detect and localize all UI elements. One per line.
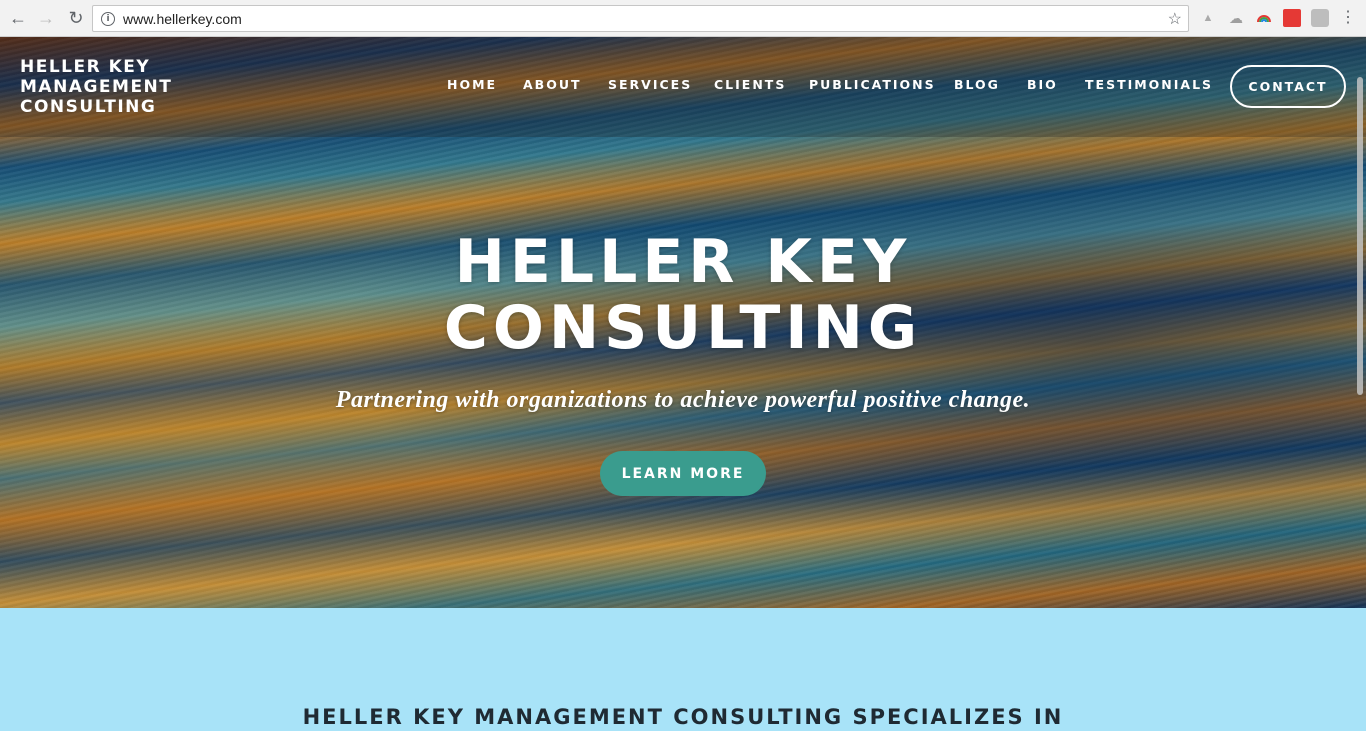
nav-blog[interactable]: BLOG	[954, 77, 1000, 92]
bookmark-star-icon[interactable]: ☆	[1168, 9, 1182, 29]
logo-line: HELLER KEY	[20, 57, 151, 77]
main-nav: HOME ABOUT SERVICES CLIENTS PUBLICATIONS…	[0, 77, 1366, 95]
specialties-section: HELLER KEY MANAGEMENT CONSULTING SPECIAL…	[0, 608, 1366, 731]
contact-button[interactable]: CONTACT	[1230, 65, 1346, 108]
browser-toolbar: ← → ↻ i www.hellerkey.com ☆ ▲ ☁ ⋮	[0, 0, 1366, 37]
url-text[interactable]: www.hellerkey.com	[123, 11, 242, 27]
cloud-icon[interactable]: ☁	[1227, 9, 1245, 27]
hero-subtitle: Partnering with organizations to achieve…	[335, 387, 1031, 413]
hero-title-line: CONSULTING	[443, 293, 923, 363]
hero-section: HELLER KEY MANAGEMENT CONSULTING HOME AB…	[0, 37, 1366, 608]
hero-title: HELLER KEY CONSULTING	[0, 229, 1366, 361]
nav-services[interactable]: SERVICES	[608, 77, 692, 92]
nav-bio[interactable]: BIO	[1027, 77, 1058, 92]
hero-title-line: HELLER KEY	[454, 227, 912, 297]
nav-clients[interactable]: CLIENTS	[714, 77, 786, 92]
forward-arrow-icon[interactable]: →	[34, 6, 58, 30]
reload-icon[interactable]: ↻	[64, 6, 88, 30]
address-bar[interactable]: i www.hellerkey.com ☆	[92, 5, 1189, 32]
learn-more-button[interactable]: LEARN MORE	[600, 451, 766, 496]
nav-testimonials[interactable]: TESTIMONIALS	[1085, 77, 1213, 92]
logo-line: CONSULTING	[20, 97, 157, 117]
red-extension-icon[interactable]	[1283, 9, 1301, 27]
info-icon[interactable]: i	[101, 11, 115, 26]
nav-home[interactable]: HOME	[447, 77, 497, 92]
rainbow-extension-icon[interactable]	[1255, 9, 1273, 27]
back-arrow-icon[interactable]: ←	[6, 6, 30, 30]
site-header: HELLER KEY MANAGEMENT CONSULTING HOME AB…	[0, 37, 1366, 137]
nav-about[interactable]: ABOUT	[523, 77, 582, 92]
nav-publications[interactable]: PUBLICATIONS	[809, 77, 936, 92]
drive-upload-icon[interactable]: ▲	[1199, 9, 1217, 27]
gray-extension-icon[interactable]	[1311, 9, 1329, 27]
page-scrollbar[interactable]	[1357, 77, 1363, 395]
section-heading: HELLER KEY MANAGEMENT CONSULTING SPECIAL…	[302, 705, 1064, 729]
browser-menu-icon[interactable]: ⋮	[1340, 8, 1356, 28]
